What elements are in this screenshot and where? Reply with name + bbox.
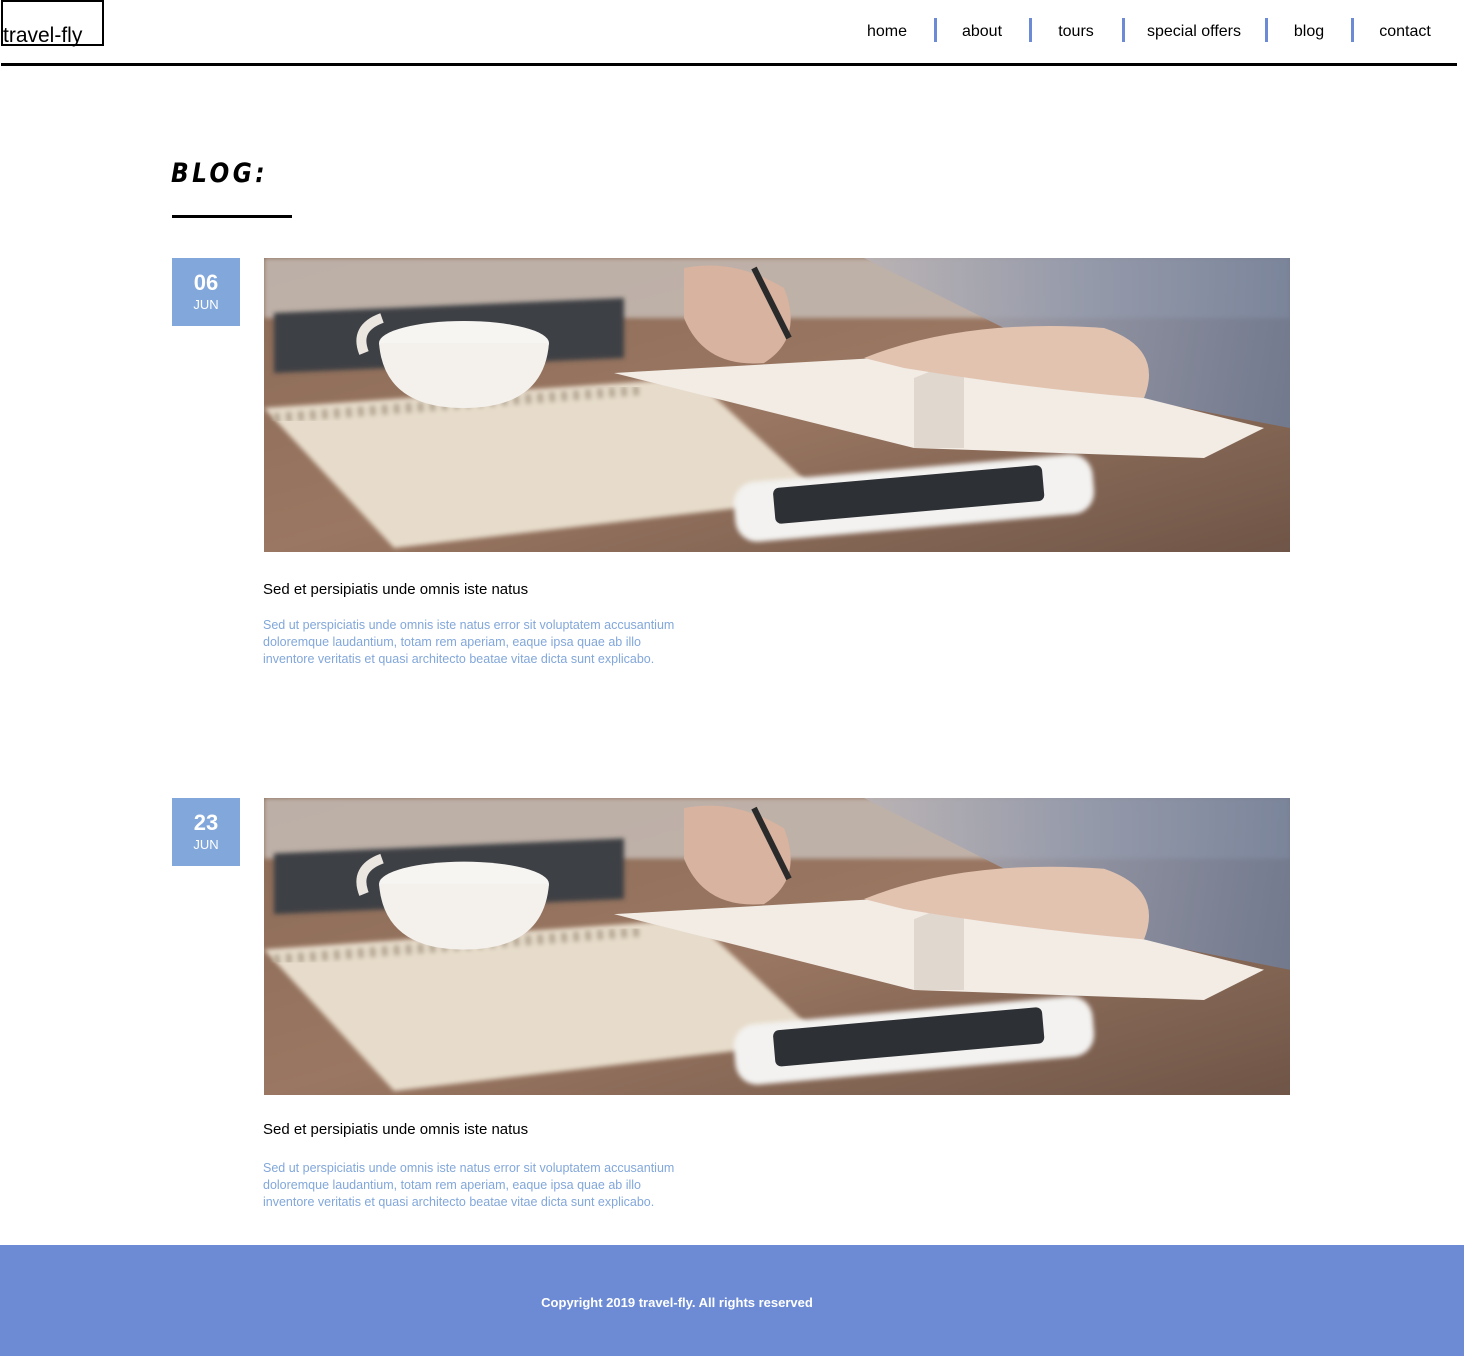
footer-copyright: Copyright 2019 travel-fly. All rights re… [541,1295,813,1310]
nav-item-special-offers[interactable]: special offers [1147,22,1241,42]
nav-separator [1265,18,1268,42]
date-month: JUN [193,837,219,852]
nav-separator [1122,18,1125,42]
post-image[interactable] [264,258,1290,552]
desk-notebook-coffee-photo [264,258,1290,552]
nav-separator [1351,18,1354,42]
date-month: JUN [193,297,219,312]
title-underline [172,215,292,218]
date-badge: 06 JUN [172,258,240,326]
nav-item-blog[interactable]: blog [1294,22,1324,42]
header-divider [1,63,1457,66]
desk-notebook-coffee-photo [264,798,1290,1095]
nav-item-contact[interactable]: contact [1379,22,1431,42]
post-excerpt: Sed ut perspiciatis unde omnis iste natu… [263,1161,675,1210]
page-title: BLOG: [171,158,268,189]
post-image[interactable] [264,798,1290,1095]
post-excerpt: Sed ut perspiciatis unde omnis iste natu… [263,618,675,667]
nav-item-tours[interactable]: tours [1058,22,1094,42]
nav-item-home[interactable]: home [867,22,907,42]
main-nav: home about tours special offers blog con… [0,17,1464,45]
date-day: 06 [193,270,219,295]
nav-separator [1029,18,1032,42]
post-title[interactable]: Sed et persipiatis unde omnis iste natus [263,1121,528,1139]
nav-separator [934,18,937,42]
date-day: 23 [193,810,219,835]
date-badge: 23 JUN [172,798,240,866]
post-title[interactable]: Sed et persipiatis unde omnis iste natus [263,581,528,599]
site-header: travel-fly home about tours special offe… [0,0,1464,66]
site-footer: Copyright 2019 travel-fly. All rights re… [0,1245,1464,1356]
nav-item-about[interactable]: about [962,22,1002,42]
